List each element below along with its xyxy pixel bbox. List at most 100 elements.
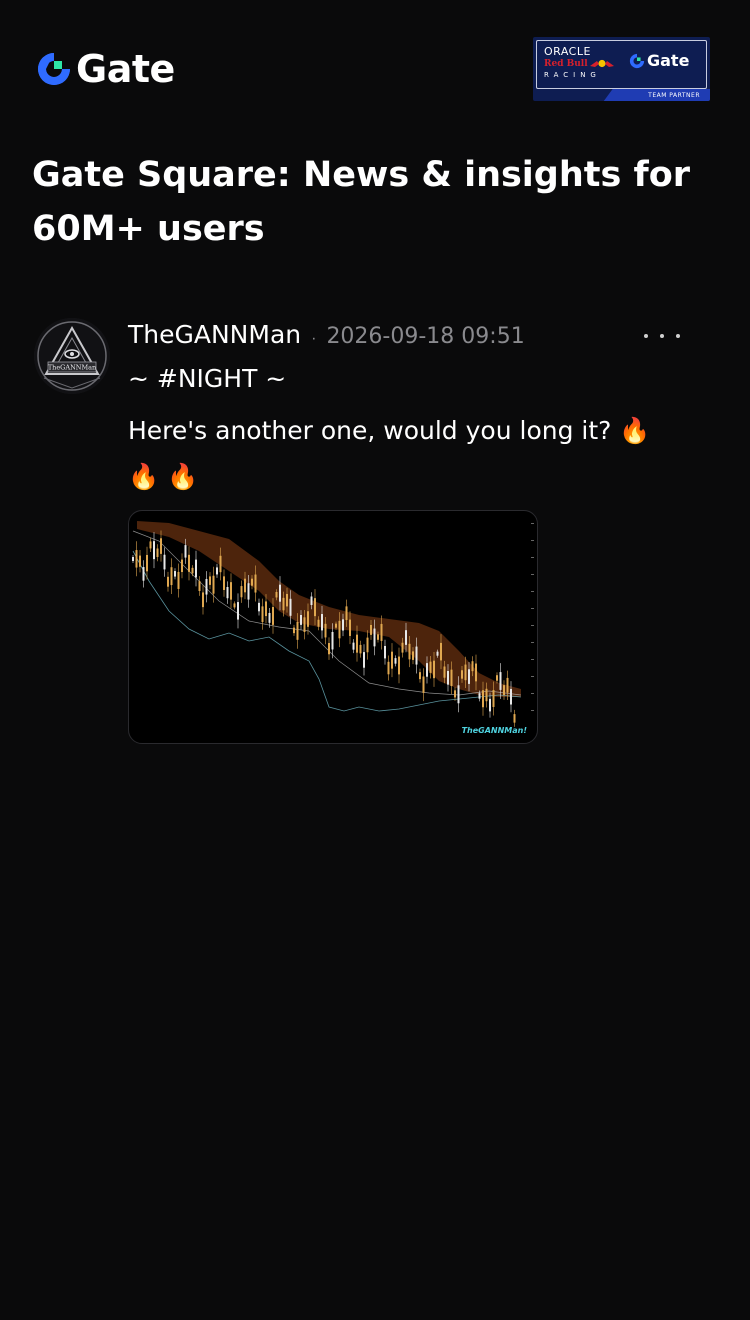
post-body-text: Here's another one, would you long it? 🔥… (128, 416, 651, 491)
more-options-button[interactable] (644, 326, 680, 346)
chart-candle-body (223, 576, 225, 590)
more-dots-icon (660, 334, 664, 338)
chart-candle-body (254, 574, 257, 593)
chart-candle-body (181, 559, 183, 573)
chart-candle-body (191, 567, 194, 574)
chart-candle-body (321, 614, 323, 631)
chart-candle-body (163, 554, 166, 570)
chart-candle-body (303, 617, 306, 633)
more-dots-icon (644, 334, 648, 338)
chart-candle-body (335, 623, 337, 628)
chart-candle-body (415, 646, 418, 665)
author-name[interactable]: TheGANNMan (128, 320, 301, 349)
chart-candle-body (258, 602, 260, 612)
avatar-text: TheGANNMan (48, 364, 96, 372)
chart-candle-body (398, 656, 400, 675)
chart-candle-body (478, 693, 481, 699)
avatar[interactable]: TheGANNMan (34, 318, 110, 394)
chart-candle-body (289, 598, 292, 616)
chart-candle-body (426, 663, 428, 677)
chart-candle-body (485, 688, 488, 702)
header: Gate ORACLE Red Bull RACING Gate TEAM PA… (0, 0, 750, 120)
team-partner-badge[interactable]: ORACLE Red Bull RACING Gate TEAM PARTNER (533, 37, 710, 101)
chart-axis-tick (531, 659, 534, 660)
chart-candle-body (377, 634, 379, 640)
chart-axis-tick (531, 574, 534, 575)
chart-candle-body (345, 606, 348, 621)
chart-candle-body (349, 619, 351, 636)
post-hashtag[interactable]: ~ #NIGHT ~ (128, 364, 286, 393)
chart-axis-tick (531, 710, 534, 711)
chart-axis-tick (531, 642, 534, 643)
chart-image-svg (132, 521, 534, 727)
redbull-label: Red Bull (544, 59, 588, 69)
chart-candle-body (314, 598, 316, 617)
chart-candle-body (226, 586, 229, 599)
chart-candle-body (170, 567, 173, 586)
chart-candle-body (363, 652, 365, 668)
page-title: Gate Square: News & insights for 60M+ us… (32, 155, 691, 249)
chart-candle-body (450, 669, 453, 687)
chart-candle-body (419, 672, 421, 680)
team-partner-label: TEAM PARTNER (648, 92, 700, 99)
chart-candle-body (268, 612, 271, 623)
chart-candle-body (342, 619, 344, 631)
image-watermark: TheGANNMan! (461, 726, 527, 735)
chart-candle-body (153, 541, 155, 560)
chart-candle-body (387, 661, 390, 675)
chart-axis-tick (531, 540, 534, 541)
chart-candle-body (380, 623, 383, 641)
chart-candle-body (272, 607, 274, 625)
racing-label: RACING (544, 71, 601, 79)
redbull-bulls-icon (590, 59, 614, 68)
chart-candle-body (233, 603, 236, 608)
post-chart-image[interactable]: TheGANNMan! (128, 510, 538, 744)
chart-candle-body (513, 714, 516, 723)
chart-candle-body (142, 567, 145, 581)
chart-candle-body (205, 578, 208, 595)
chart-candle-body (496, 675, 498, 681)
avatar-image: TheGANNMan (34, 318, 110, 394)
chart-axis-tick (531, 676, 534, 677)
chart-candle-body (352, 642, 355, 650)
chart-candle-body (370, 624, 372, 635)
chart-candle-body (384, 645, 386, 659)
chart-candle-body (307, 611, 309, 627)
chart-candle-body (443, 666, 446, 678)
chart-axis-tick (531, 625, 534, 626)
chart-candle-body (412, 651, 414, 660)
chart-candle-body (149, 541, 152, 549)
chart-candle-body (510, 688, 512, 705)
chart-candle-body (356, 634, 358, 653)
chart-candle-body (328, 643, 330, 655)
chart-candle-body (195, 559, 197, 578)
chart-candle-body (366, 637, 369, 653)
chart-candle-body (499, 672, 502, 690)
chart-candle-body (282, 597, 285, 611)
chart-candle-body (503, 685, 505, 695)
chart-cloud-band (137, 521, 521, 697)
gate-logo[interactable]: Gate (36, 50, 175, 88)
logo-text: Gate (76, 47, 175, 91)
gate-logo-small-icon (629, 53, 645, 68)
chart-candle-body (286, 593, 288, 607)
chart-candle-body (279, 584, 281, 602)
gate-logo-icon (38, 53, 70, 85)
chart-candle-body (139, 555, 141, 567)
chart-candle-body (237, 602, 239, 620)
chart-candle-body (408, 643, 411, 660)
chart-candle-body (209, 576, 211, 585)
chart-candle-body (422, 676, 425, 693)
chart-candle-body (202, 592, 204, 608)
chart-axis-tick (531, 591, 534, 592)
chart-candle-body (212, 575, 215, 594)
chart-candle-body (482, 690, 484, 708)
chart-candle-body (300, 615, 302, 625)
chart-candle-body (132, 557, 134, 561)
chart-candle-body (506, 677, 509, 693)
chart-candle-body (436, 651, 439, 656)
chart-candle-body (464, 664, 467, 681)
chart-candle-body (391, 651, 393, 669)
meta-separator: · (311, 330, 317, 347)
chart-candle-body (338, 620, 341, 639)
